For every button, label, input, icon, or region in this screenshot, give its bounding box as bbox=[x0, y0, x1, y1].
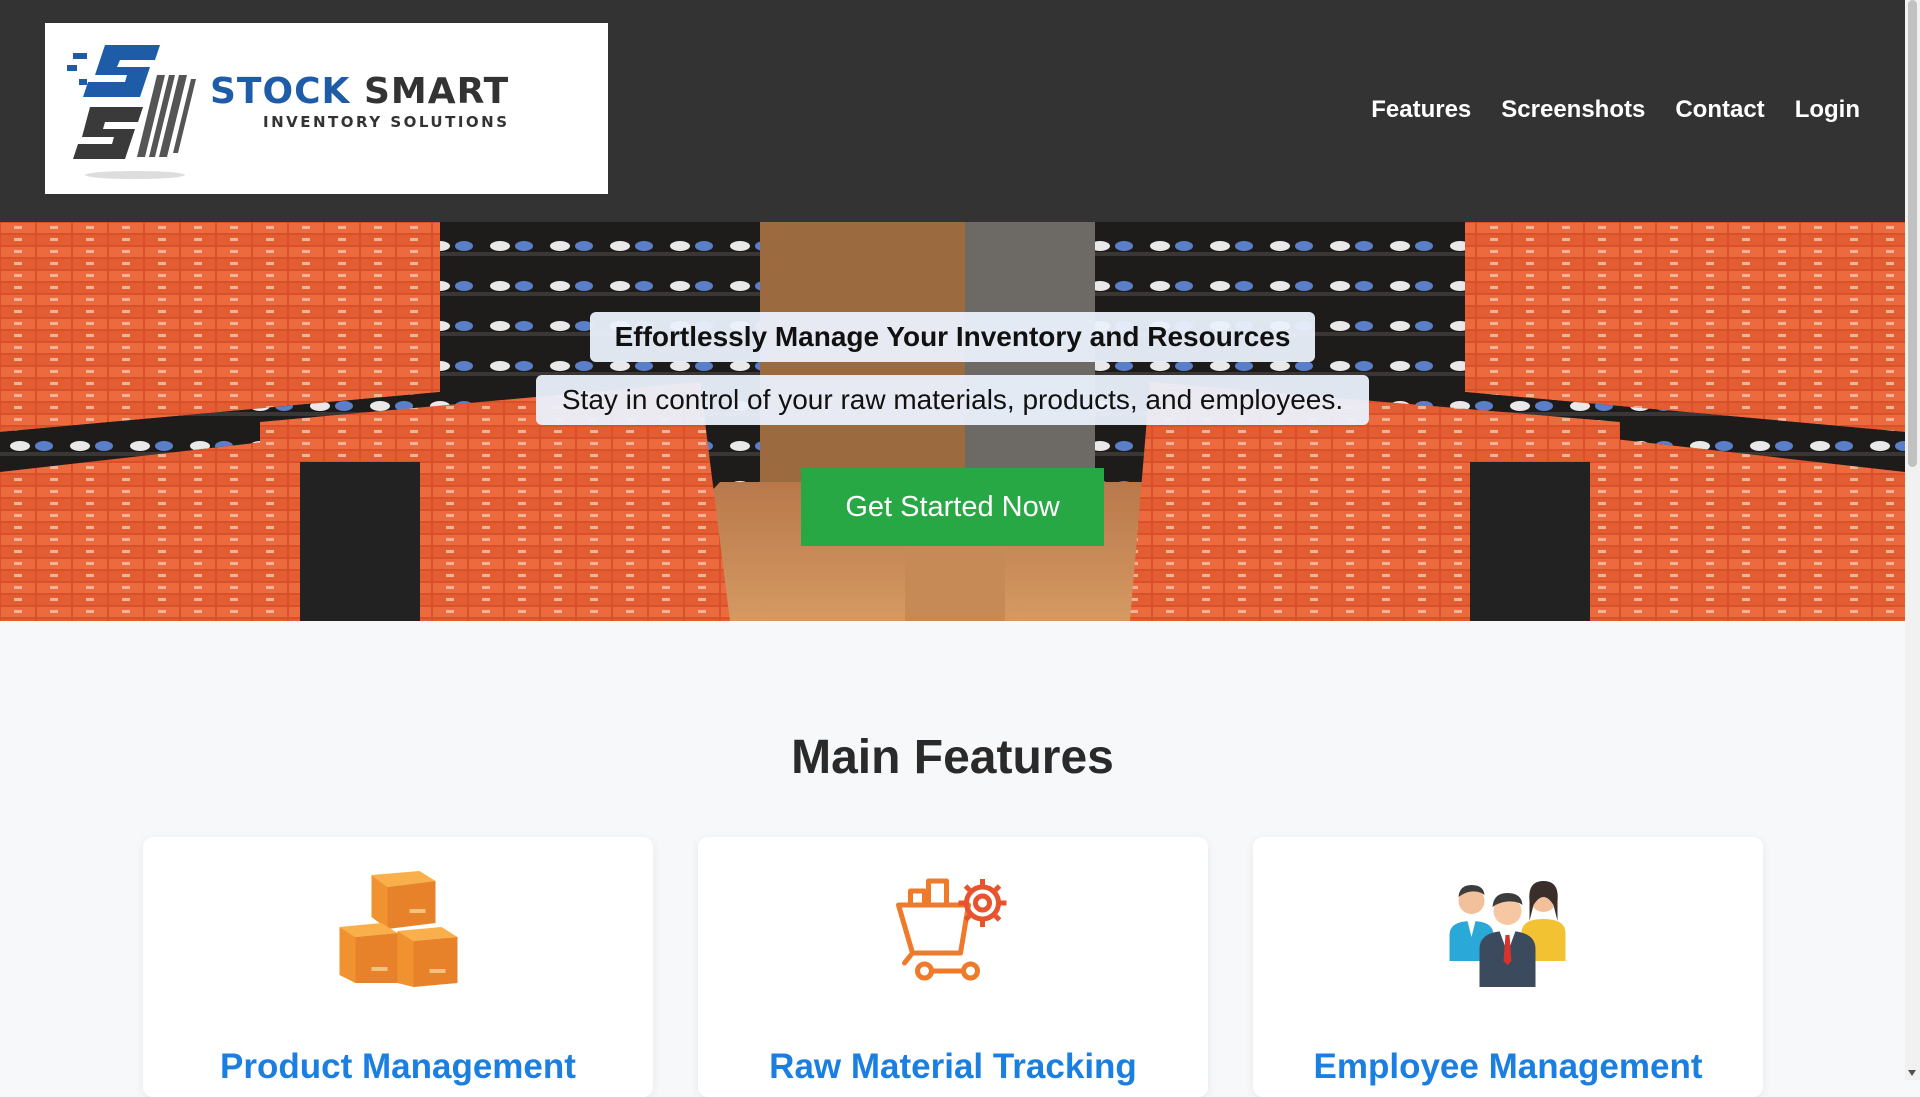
scrollbar-thumb[interactable] bbox=[1908, 0, 1917, 467]
nav-features-link[interactable]: Features bbox=[1371, 96, 1471, 124]
hero-subtitle: Stay in control of your raw materials, p… bbox=[536, 375, 1369, 425]
nav-screenshots-link[interactable]: Screenshots bbox=[1501, 96, 1645, 124]
site-header: STOCK SMART INVENTORY SOLUTIONS Features… bbox=[0, 0, 1905, 222]
brand-name: STOCK SMART bbox=[210, 71, 509, 112]
nav-login-link[interactable]: Login bbox=[1795, 96, 1860, 124]
scroll-down-arrow-icon[interactable] bbox=[1908, 1070, 1916, 1076]
brand-tagline: INVENTORY SOLUTIONS bbox=[263, 113, 510, 131]
feature-card-employee-management[interactable]: Employee Management bbox=[1253, 837, 1763, 1097]
brand-name-part2: SMART bbox=[363, 71, 510, 112]
features-heading: Main Features bbox=[791, 731, 1114, 784]
page-scrollbar[interactable] bbox=[1905, 0, 1920, 1080]
hero-section: Effortlessly Manage Your Inventory and R… bbox=[0, 222, 1905, 621]
team-icon bbox=[1449, 881, 1566, 987]
feature-card-title: Raw Material Tracking bbox=[769, 1047, 1137, 1086]
nav-contact-link[interactable]: Contact bbox=[1675, 96, 1764, 124]
cart-gear-icon bbox=[896, 878, 1007, 981]
get-started-button[interactable]: Get Started Now bbox=[801, 468, 1104, 546]
feature-card-product-management[interactable]: Product Management bbox=[143, 837, 653, 1097]
brand-name-part1: STOCK bbox=[210, 71, 351, 112]
feature-card-title: Product Management bbox=[220, 1047, 576, 1086]
hero-title: Effortlessly Manage Your Inventory and R… bbox=[590, 312, 1315, 362]
main-nav: Features Screenshots Contact Login bbox=[1371, 96, 1860, 124]
logo[interactable]: STOCK SMART INVENTORY SOLUTIONS bbox=[45, 23, 608, 194]
boxes-icon bbox=[339, 871, 458, 987]
feature-card-title: Employee Management bbox=[1313, 1047, 1703, 1086]
stock-smart-logo-icon bbox=[67, 45, 196, 179]
feature-card-raw-material-tracking[interactable]: Raw Material Tracking bbox=[698, 837, 1208, 1097]
